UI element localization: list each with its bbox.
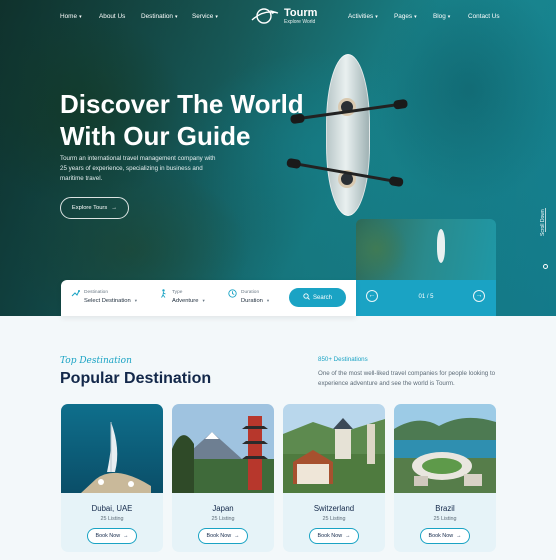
destination-select[interactable]: Destination Select Destination ▾ — [71, 289, 137, 306]
nav-item-about[interactable]: About Us — [99, 13, 125, 20]
dubai-image — [61, 404, 163, 493]
next-slide-icon[interactable]: → — [473, 290, 485, 302]
nav-item-destination[interactable]: Destination ▾ — [141, 13, 178, 20]
brazil-image — [394, 404, 496, 493]
hiker-icon — [159, 289, 168, 298]
logo-tagline: Explore World — [284, 18, 316, 25]
destination-count: 850+ Destinations — [318, 356, 368, 363]
mini-kayak-image — [437, 229, 445, 263]
search-icon — [303, 293, 310, 302]
destination-card-dubai[interactable]: Dubai, UAE 25 Listing Book Now → — [61, 404, 163, 552]
section-kicker: Top Destination — [60, 356, 132, 366]
hero-description: Tourm an international travel management… — [60, 155, 216, 182]
logo-name: Tourm — [284, 6, 318, 19]
nav-item-pages[interactable]: Pages ▾ — [394, 13, 417, 20]
nav-item-home[interactable]: Home ▾ — [60, 13, 82, 20]
type-select[interactable]: Type Adventure ▾ — [159, 289, 205, 306]
arrow-right-icon: → — [456, 533, 462, 539]
card-name: Japan — [212, 504, 234, 513]
card-name: Brazil — [435, 504, 455, 513]
slider-controls: ← 01 / 5 → — [356, 280, 496, 316]
main-navigation: Home ▾ About Us Destination ▾ Service ▾ Tou… — [0, 0, 556, 34]
chevron-down-icon: ▾ — [79, 14, 82, 20]
kayak-image — [326, 54, 370, 216]
site-logo[interactable]: Tourm Explore World — [250, 7, 317, 25]
chevron-down-icon: ▾ — [266, 298, 270, 303]
book-now-button[interactable]: Book Now → — [309, 528, 359, 544]
card-listing-count: 25 Listing — [322, 516, 346, 522]
switzerland-image — [283, 404, 385, 493]
card-listing-count: 25 Listing — [211, 516, 235, 522]
card-listing-count: 25 Listing — [100, 516, 124, 522]
destination-card-brazil[interactable]: Brazil 25 Listing Book Now → — [394, 404, 496, 552]
scroll-indicator-dot — [543, 264, 548, 269]
nav-item-activities[interactable]: Activities ▾ — [348, 13, 378, 20]
arrow-right-icon: → — [111, 205, 118, 211]
chevron-down-icon: ▾ — [174, 14, 178, 20]
chevron-down-icon: ▾ — [375, 14, 378, 20]
nav-item-service[interactable]: Service ▾ — [192, 13, 218, 20]
nav-item-contact[interactable]: Contact Us — [468, 13, 500, 20]
map-pin-icon — [71, 289, 80, 298]
search-button[interactable]: Search — [289, 288, 346, 307]
section-description: One of the most well-liked travel compan… — [318, 370, 496, 387]
slider-thumbnail-image[interactable] — [356, 219, 496, 280]
arrow-right-icon: → — [123, 533, 129, 539]
book-now-button[interactable]: Book Now → — [420, 528, 470, 544]
chevron-down-icon: ▾ — [447, 14, 451, 20]
book-now-button[interactable]: Book Now → — [87, 528, 137, 544]
globe-plane-icon — [250, 7, 280, 25]
card-name: Switzerland — [313, 504, 355, 513]
card-listing-count: 25 Listing — [433, 516, 457, 522]
hero-title: Discover The World With Our Guide — [60, 89, 304, 151]
scroll-down-label[interactable]: Scroll Down — [540, 209, 546, 236]
chevron-down-icon: ▾ — [414, 14, 417, 20]
destination-card-switzerland[interactable]: Switzerland 25 Listing Book Now → — [283, 404, 385, 552]
destination-card-japan[interactable]: Japan 25 Listing Book Now → — [172, 404, 274, 552]
japan-image — [172, 404, 274, 493]
chevron-down-icon: ▾ — [215, 14, 218, 20]
arrow-right-icon: → — [234, 533, 240, 539]
book-now-button[interactable]: Book Now → — [198, 528, 248, 544]
explore-tours-button[interactable]: Explore Tours → — [60, 197, 129, 219]
clock-icon — [228, 289, 237, 298]
tour-search-bar: Destination Select Destination ▾ Type Adv… — [61, 280, 356, 316]
chevron-down-icon: ▾ — [202, 298, 205, 303]
duration-select[interactable]: Duration Duration ▾ — [228, 289, 269, 306]
nav-item-blog[interactable]: Blog ▾ — [433, 13, 450, 20]
arrow-right-icon: → — [345, 533, 351, 539]
section-title: Popular Destination — [60, 370, 212, 387]
chevron-down-icon: ▾ — [134, 298, 137, 303]
card-name: Dubai, UAE — [91, 504, 133, 513]
